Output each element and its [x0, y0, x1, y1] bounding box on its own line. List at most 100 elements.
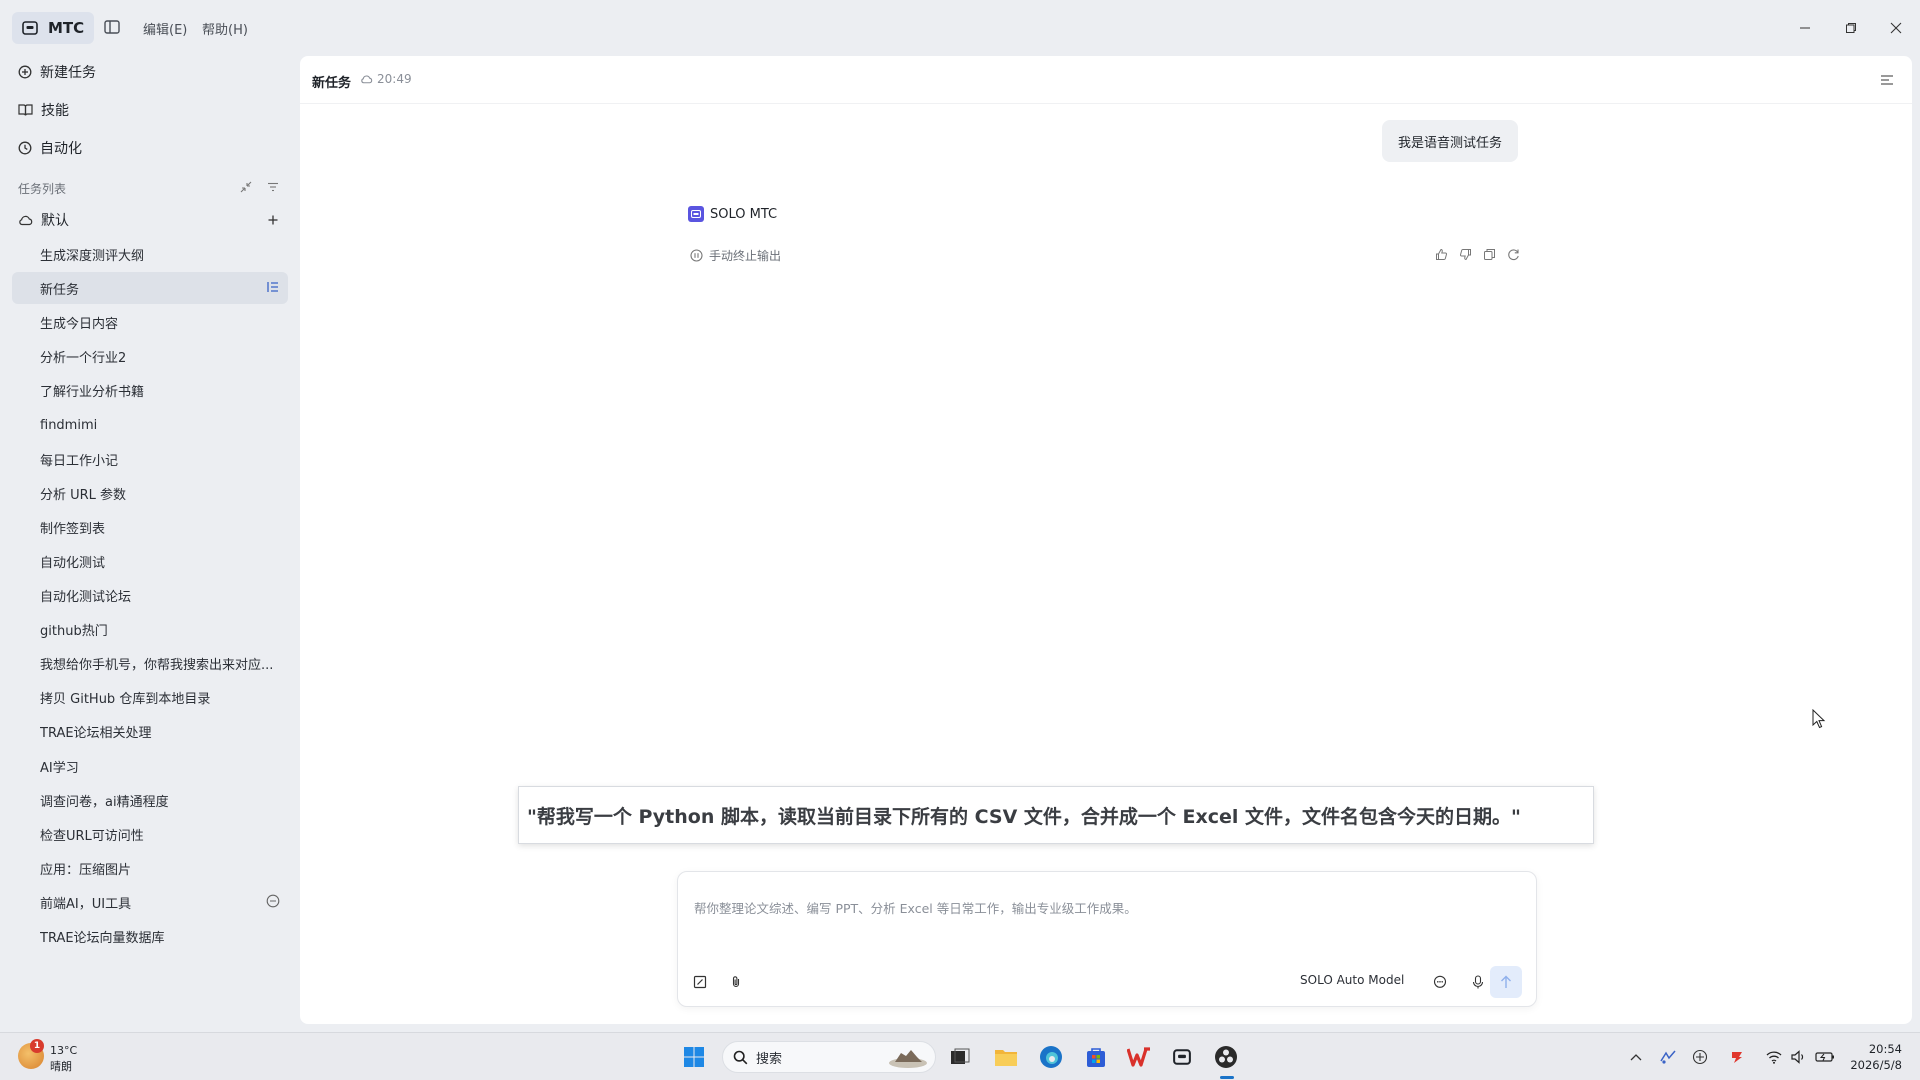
task-list-item[interactable]: 生成深度测评大纲 — [12, 238, 288, 270]
nav-label: 自动化 — [40, 141, 82, 157]
weather-condition: 晴朗 — [50, 1060, 72, 1073]
file-explorer-icon[interactable] — [992, 1043, 1020, 1071]
title-bar: MTC 编辑(E) 帮助(H) — [0, 0, 1920, 56]
task-list-item[interactable]: TRAE论坛向量数据库 — [12, 920, 288, 952]
nav-automation[interactable]: 自动化 — [18, 136, 82, 160]
task-outline-icon[interactable] — [266, 280, 280, 294]
task-list-item[interactable]: 了解行业分析书籍 — [12, 374, 288, 406]
wps-office-icon[interactable] — [1125, 1043, 1153, 1071]
close-button[interactable] — [1884, 16, 1908, 40]
nav-skills[interactable]: 技能 — [18, 98, 69, 122]
task-list-item[interactable]: 生成今日内容 — [12, 306, 288, 338]
sidebar-toggle-icon[interactable] — [104, 20, 120, 34]
remove-icon[interactable] — [266, 894, 280, 908]
clock-time[interactable]: 20:54 — [1869, 1042, 1902, 1056]
filter-icon[interactable] — [267, 181, 279, 193]
task-title: 前端AI，UI工具 — [40, 896, 132, 912]
regenerate-icon[interactable] — [1505, 246, 1521, 262]
composer: SOLO Auto Model — [677, 871, 1537, 1007]
cloud-icon — [360, 74, 373, 84]
add-task-icon[interactable] — [266, 213, 280, 227]
collapse-icon[interactable] — [240, 181, 252, 193]
task-list-item[interactable]: TRAE论坛相关处理 — [12, 715, 288, 747]
tray-overflow-chevron-icon[interactable] — [1626, 1047, 1646, 1067]
task-list-item[interactable]: 自动化测试论坛 — [12, 579, 288, 611]
active-app-indicator — [1220, 1076, 1234, 1079]
task-sync-status: 20:49 — [360, 72, 412, 86]
volume-icon[interactable] — [1789, 1047, 1809, 1067]
app-logo-icon — [22, 21, 38, 35]
task-list-item[interactable]: 分析一个行业2 — [12, 340, 288, 372]
ime-icon[interactable] — [1690, 1047, 1710, 1067]
search-icon — [733, 1050, 748, 1065]
stopped-text: 手动终止输出 — [709, 249, 782, 263]
copy-icon[interactable] — [1481, 246, 1497, 262]
battery-icon[interactable] — [1815, 1047, 1835, 1067]
microphone-icon[interactable] — [1468, 972, 1488, 992]
thumbs-down-icon[interactable] — [1457, 246, 1473, 262]
main-header: 新任务 20:49 — [300, 56, 1912, 104]
task-list-item[interactable]: 每日工作小记 — [12, 443, 288, 475]
task-list-item[interactable]: 新任务 — [12, 272, 288, 304]
voice-transcript-text: "帮我写一个 Python 脚本，读取当前目录下所有的 CSV 文件，合并成一个… — [527, 805, 1521, 828]
minimize-button[interactable] — [1793, 16, 1817, 40]
menu-help[interactable]: 帮助(H) — [202, 19, 248, 38]
model-selector[interactable]: SOLO Auto Model — [1300, 973, 1404, 987]
chat-mode-icon[interactable] — [1430, 972, 1450, 992]
task-list-item[interactable]: 拷贝 GitHub 仓库到本地目录 — [12, 681, 288, 713]
task-title: 检查URL可访问性 — [40, 828, 144, 844]
wifi-icon[interactable] — [1764, 1047, 1784, 1067]
antivirus-icon[interactable] — [1727, 1047, 1747, 1067]
clock-date[interactable]: 2026/5/8 — [1850, 1058, 1902, 1072]
nav-new-task[interactable]: 新建任务 — [18, 60, 96, 84]
taskbar: 1 13°C 晴朗 搜索 20:54 2026/5/8 — [0, 1032, 1920, 1080]
task-list-item[interactable]: 我想给你手机号，你帮我搜索出来对应... — [12, 647, 288, 679]
obs-recorder-icon[interactable] — [1212, 1043, 1240, 1071]
task-title: 新任务 — [40, 282, 80, 298]
task-title: 应用：压缩图片 — [40, 862, 132, 878]
task-title: TRAE论坛相关处理 — [40, 725, 152, 741]
agent-name: SOLO MTC — [710, 206, 778, 222]
app-badge[interactable]: MTC — [12, 12, 94, 44]
thumbs-up-icon[interactable] — [1433, 246, 1449, 262]
input-tool-icon[interactable] — [1658, 1047, 1678, 1067]
nav-label: 新建任务 — [40, 65, 96, 81]
task-list-title: 任务列表 — [18, 182, 67, 196]
edit-icon[interactable] — [690, 972, 710, 992]
prompt-input[interactable] — [694, 888, 1514, 928]
task-time: 20:49 — [377, 72, 412, 86]
task-list-item[interactable]: 前端AI，UI工具 — [12, 886, 288, 918]
taskbar-search[interactable]: 搜索 — [722, 1041, 936, 1073]
user-message-bubble: 我是语音测试任务 — [1382, 120, 1519, 162]
main-panel: 新任务 20:49 我是语音测试任务 SOLO MTC 手动终止输出 "帮我写一… — [300, 56, 1912, 1024]
task-list-item[interactable]: 应用：压缩图片 — [12, 852, 288, 884]
panel-settings-icon[interactable] — [1880, 73, 1894, 87]
task-title: 分析 URL 参数 — [40, 487, 127, 503]
group-name: 默认 — [41, 213, 69, 229]
search-label: 搜索 — [756, 1051, 783, 1067]
menu-edit[interactable]: 编辑(E) — [143, 19, 187, 38]
mtc-app-icon[interactable] — [1168, 1043, 1196, 1071]
windows-start-icon[interactable] — [680, 1043, 708, 1071]
task-list-item[interactable]: findmimi — [12, 409, 288, 441]
task-view-icon[interactable] — [946, 1043, 974, 1071]
task-list-item[interactable]: 自动化测试 — [12, 545, 288, 577]
task-list-item[interactable]: 分析 URL 参数 — [12, 477, 288, 509]
task-list-item[interactable]: 调查问卷，ai精通程度 — [12, 784, 288, 816]
task-group-default[interactable]: 默认 — [18, 208, 69, 232]
task-list-item[interactable]: AI学习 — [12, 750, 288, 782]
store-icon[interactable] — [1082, 1043, 1110, 1071]
task-list-item[interactable]: 制作签到表 — [12, 511, 288, 543]
task-list-item[interactable]: github热门 — [12, 613, 288, 645]
send-button[interactable] — [1490, 966, 1522, 998]
restore-button[interactable] — [1839, 16, 1863, 40]
task-list-item[interactable]: 检查URL可访问性 — [12, 818, 288, 850]
edge-browser-icon[interactable] — [1037, 1043, 1065, 1071]
task-title: 制作签到表 — [40, 521, 106, 537]
task-title: AI学习 — [40, 760, 79, 776]
task-title: 拷贝 GitHub 仓库到本地目录 — [40, 691, 211, 707]
task-title: 生成深度测评大纲 — [40, 248, 145, 264]
attachment-icon[interactable] — [726, 972, 746, 992]
task-title: github热门 — [40, 623, 108, 639]
app-name: MTC — [48, 19, 85, 37]
